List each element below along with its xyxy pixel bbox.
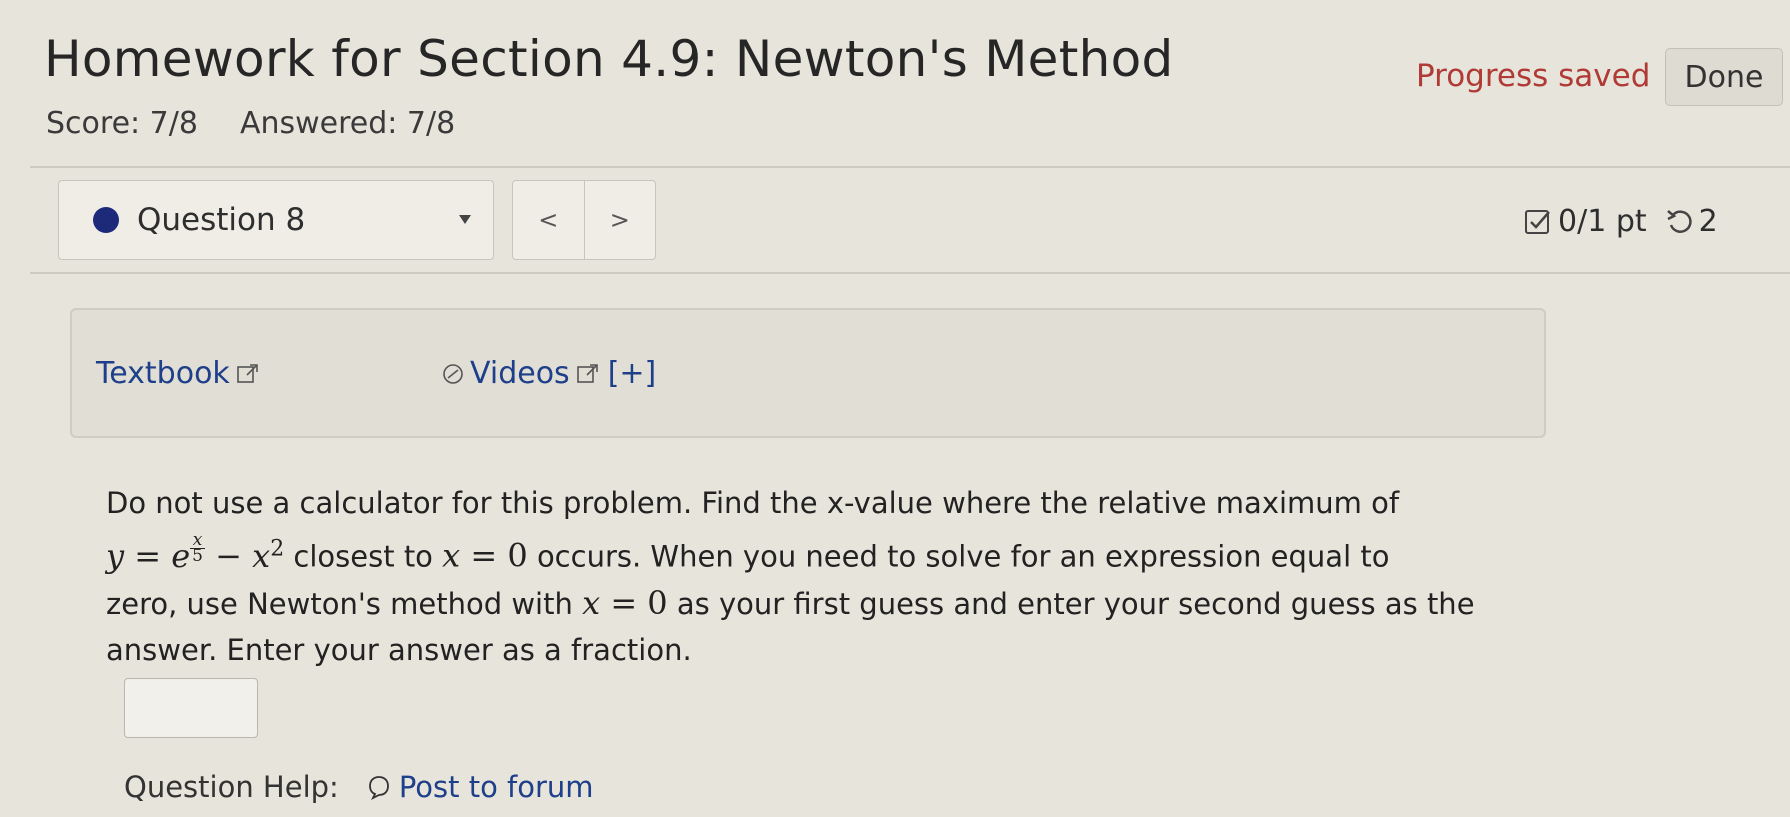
question-select-label: Question 8 [137, 202, 306, 238]
external-link-icon [237, 363, 258, 383]
problem-line-2: y = ex5 − x2 closest to x = 0 occurs. Wh… [106, 530, 1390, 575]
prev-question-button[interactable]: < [513, 181, 584, 259]
checkbox-icon [1525, 209, 1550, 234]
problem-line-4: answer. Enter your answer as a fraction. [106, 632, 692, 667]
caret-down-icon [459, 215, 471, 224]
question-status-dot [93, 207, 119, 233]
problem-line-3: zero, use Newton's method with x = 0 as … [106, 583, 1475, 622]
videos-label: Videos [470, 356, 570, 391]
textbook-label: Textbook [96, 356, 230, 391]
retries-count: 2 [1698, 204, 1718, 239]
answered-count: Answered: 7/8 [239, 106, 456, 141]
textbook-link[interactable]: Textbook [96, 356, 260, 391]
question-select[interactable]: Question 8 [58, 180, 494, 260]
score-line: Score: 7/8 Answered: 7/8 [46, 106, 497, 141]
first-guess-expression: x = 0 [582, 583, 668, 622]
page-title: Homework for Section 4.9: Newton's Metho… [44, 30, 1174, 88]
question-nav: < > [512, 180, 656, 260]
post-to-forum-label: Post to forum [398, 770, 594, 804]
points-display: 0/1 pt 2 [1524, 204, 1718, 239]
done-button[interactable]: Done [1665, 48, 1783, 106]
resources-panel: Textbook Videos [+] [70, 308, 1546, 438]
videos-link[interactable]: Videos [+] [442, 356, 656, 391]
progress-status: Progress saved [1416, 58, 1651, 94]
retry-icon [1666, 209, 1692, 233]
question-help: Question Help: Post to forum [124, 770, 594, 804]
divider [30, 272, 1790, 274]
next-question-button[interactable]: > [583, 181, 656, 259]
problem-text: Do not use a calculator for this problem… [106, 480, 1566, 673]
external-link-icon [576, 363, 598, 383]
divider [30, 166, 1790, 168]
question-help-label: Question Help: [124, 770, 339, 804]
videos-expand-toggle[interactable]: [+] [608, 356, 657, 391]
problem-line-1: Do not use a calculator for this problem… [106, 486, 1400, 520]
score: Score: 7/8 [46, 106, 198, 141]
points-value: 0/1 pt [1558, 204, 1647, 239]
initial-x-expression: x = 0 [442, 536, 528, 575]
answer-input[interactable] [124, 678, 258, 738]
function-equation: y = ex5 − x2 [106, 530, 285, 575]
post-to-forum-link[interactable]: Post to forum [367, 770, 594, 804]
speech-bubble-icon [368, 776, 389, 800]
video-icon [443, 363, 463, 384]
